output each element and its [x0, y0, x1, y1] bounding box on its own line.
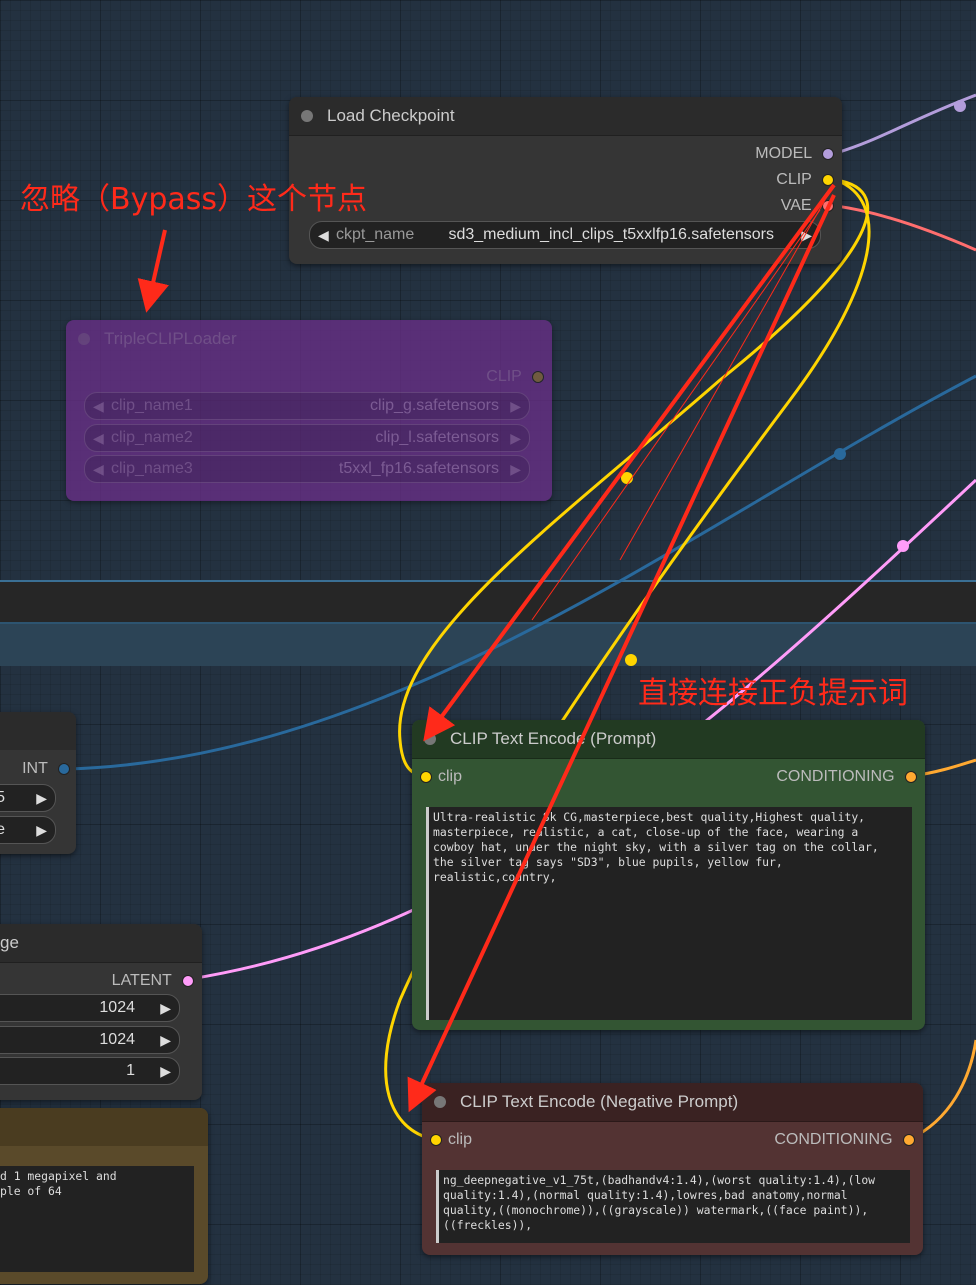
bypass-annotation: 忽略（Bypass）这个节点	[20, 182, 368, 217]
annotation-arrow	[407, 194, 836, 1113]
annotation-arrow	[423, 183, 836, 742]
annotation-guide	[531, 209, 821, 621]
annotation-arrow	[137, 229, 169, 313]
annotation-guide	[619, 199, 826, 561]
direct-connect-annotation: 直接连接正负提示词	[638, 676, 908, 711]
